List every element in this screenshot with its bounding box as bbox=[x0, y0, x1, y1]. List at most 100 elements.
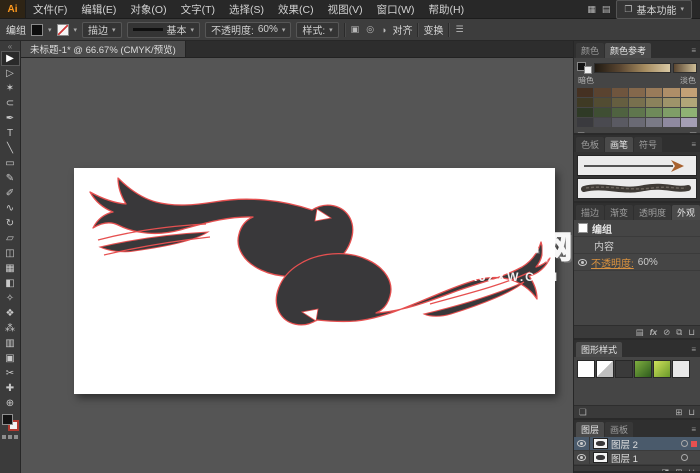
color-swatch[interactable] bbox=[663, 118, 680, 127]
menu-item[interactable]: 文字(T) bbox=[174, 0, 222, 18]
color-swatch[interactable] bbox=[594, 88, 611, 97]
duplicate-item-icon[interactable]: ⧉ bbox=[676, 327, 682, 338]
charcoal-brush-item[interactable] bbox=[577, 178, 697, 199]
gradient-tool[interactable]: ◧ bbox=[1, 276, 20, 291]
scale-tool[interactable]: ▱ bbox=[1, 231, 20, 246]
panel-options-icon[interactable]: ☰ bbox=[454, 24, 464, 35]
tab-appearance[interactable]: 外观 bbox=[672, 205, 700, 220]
chevron-down-icon[interactable]: ▾ bbox=[74, 26, 78, 34]
artboard-tool[interactable]: ▣ bbox=[1, 351, 20, 366]
color-swatch[interactable] bbox=[628, 118, 646, 127]
tab-stroke[interactable]: 描边 bbox=[576, 205, 605, 220]
screen-mode-icon[interactable]: ▤ bbox=[602, 4, 611, 15]
artboard[interactable] bbox=[74, 168, 555, 394]
new-stroke-icon[interactable]: ▤ bbox=[636, 327, 644, 338]
delete-style-icon[interactable]: ⊔ bbox=[688, 407, 695, 418]
color-swatch[interactable] bbox=[594, 98, 611, 107]
layer-thumbnail[interactable] bbox=[593, 452, 608, 463]
style-select[interactable]: 样式: ▾ bbox=[296, 21, 339, 38]
draw-behind-icon[interactable] bbox=[8, 435, 12, 439]
visibility-toggle[interactable] bbox=[574, 437, 590, 450]
color-swatch[interactable] bbox=[611, 98, 628, 107]
base-color-swatch[interactable] bbox=[577, 61, 592, 74]
graphic-style-thumbnail[interactable] bbox=[634, 360, 652, 378]
canvas[interactable]: 软件自学网 www.rjzxw.com bbox=[21, 58, 573, 473]
appearance-object-row[interactable]: 编组 bbox=[574, 220, 700, 237]
harmony-ramp[interactable] bbox=[594, 62, 671, 73]
panel-menu-icon[interactable]: ≡ bbox=[689, 422, 698, 437]
color-swatch[interactable] bbox=[577, 88, 594, 97]
graphic-style-thumbnail[interactable] bbox=[615, 360, 633, 378]
zoom-tool[interactable]: ⊕ bbox=[1, 396, 20, 411]
blend-tool[interactable]: ❖ bbox=[1, 306, 20, 321]
fish-bottom-tail-stroke[interactable] bbox=[422, 281, 525, 317]
styles-library-icon[interactable]: ❏ bbox=[579, 407, 587, 418]
tab-artboards[interactable]: 画板 bbox=[605, 422, 634, 437]
graphic-style-thumbnail[interactable] bbox=[653, 360, 671, 378]
width-tool[interactable]: ∿ bbox=[1, 201, 20, 216]
color-swatch[interactable] bbox=[577, 108, 594, 117]
direct-selection-tool[interactable]: ▷ bbox=[1, 66, 20, 81]
layer-name[interactable]: 图层 1 bbox=[611, 451, 681, 465]
color-swatch[interactable] bbox=[680, 108, 697, 117]
isolate-group-icon[interactable]: ▣ bbox=[350, 24, 361, 35]
color-swatch[interactable] bbox=[628, 108, 646, 117]
edit-contents-icon[interactable]: ◎ bbox=[365, 24, 375, 35]
arrange-documents-icon[interactable]: ▦ bbox=[587, 4, 596, 15]
color-swatch[interactable] bbox=[663, 88, 680, 97]
tab-layers[interactable]: 图层 bbox=[576, 422, 605, 437]
layer-row[interactable]: 图层 2 bbox=[574, 437, 700, 451]
harmony-ramp-small[interactable] bbox=[673, 62, 697, 73]
toolbar-collapse-icon[interactable]: « bbox=[8, 42, 12, 51]
make-clipping-mask-icon[interactable]: ◨ bbox=[661, 467, 669, 472]
fill-indicator[interactable] bbox=[1, 414, 13, 425]
draw-normal-icon[interactable] bbox=[2, 435, 6, 439]
app-logo[interactable]: Ai bbox=[0, 0, 26, 18]
tab-color[interactable]: 颜色 bbox=[576, 43, 605, 58]
color-swatch[interactable] bbox=[646, 108, 663, 117]
color-swatch[interactable] bbox=[611, 108, 628, 117]
arrow-brush-item[interactable] bbox=[577, 155, 697, 176]
tab-gradient[interactable]: 渐变 bbox=[605, 205, 634, 220]
artwork-fishes[interactable] bbox=[74, 168, 555, 394]
color-swatch[interactable] bbox=[577, 98, 594, 107]
tab-symbols[interactable]: 符号 bbox=[634, 137, 663, 152]
tab-color-guide[interactable]: 颜色参考 bbox=[605, 43, 652, 58]
mesh-tool[interactable]: ▦ bbox=[1, 261, 20, 276]
hand-tool[interactable]: ✚ bbox=[1, 381, 20, 396]
layer-row[interactable]: 图层 1 bbox=[574, 451, 700, 465]
shape-builder-tool[interactable]: ◫ bbox=[1, 246, 20, 261]
panel-menu-icon[interactable]: ≡ bbox=[689, 342, 698, 357]
selection-tool[interactable]: ▶ bbox=[0, 51, 20, 66]
new-effect-icon[interactable]: fx bbox=[650, 327, 658, 337]
panel-menu-icon[interactable]: ≡ bbox=[689, 43, 698, 58]
document-tab[interactable]: 未标题-1* @ 66.67% (CMYK/预览) bbox=[21, 41, 186, 57]
tab-swatches[interactable]: 色板 bbox=[576, 137, 605, 152]
new-layer-icon[interactable]: ⊞ bbox=[675, 467, 682, 472]
layer-thumbnail[interactable] bbox=[593, 438, 608, 449]
tab-brushes[interactable]: 画笔 bbox=[605, 137, 634, 152]
menu-item[interactable]: 窗口(W) bbox=[370, 0, 422, 18]
graphic-style-thumbnail[interactable] bbox=[577, 360, 595, 378]
tab-transparency[interactable]: 透明度 bbox=[634, 205, 672, 220]
menu-item[interactable]: 效果(C) bbox=[271, 0, 321, 18]
menu-item[interactable]: 文件(F) bbox=[26, 0, 74, 18]
fill-stroke-indicator[interactable] bbox=[1, 414, 19, 431]
graphic-style-thumbnail[interactable] bbox=[596, 360, 614, 378]
color-swatch[interactable] bbox=[594, 118, 611, 127]
delete-layer-icon[interactable]: ⊔ bbox=[688, 467, 695, 472]
graphic-style-thumbnail[interactable] bbox=[672, 360, 690, 378]
fill-color-swatch[interactable] bbox=[31, 23, 43, 36]
eyedropper-tool[interactable]: ✧ bbox=[1, 291, 20, 306]
stroke-color-swatch[interactable] bbox=[56, 23, 69, 36]
column-graph-tool[interactable]: ▥ bbox=[1, 336, 20, 351]
tab-graphic-styles[interactable]: 图形样式 bbox=[576, 342, 623, 357]
brush-definition-select[interactable]: 基本 ▾ bbox=[126, 21, 201, 38]
color-swatch[interactable] bbox=[628, 88, 646, 97]
paintbrush-tool[interactable]: ✎ bbox=[1, 171, 20, 186]
workspace-switcher[interactable]: ❐ 基本功能 ▾ bbox=[616, 0, 692, 19]
opacity-field[interactable]: 不透明度: 60% ▾ bbox=[205, 21, 292, 38]
new-style-icon[interactable]: ⊞ bbox=[675, 407, 682, 418]
opacity-link[interactable]: 不透明度: bbox=[591, 255, 634, 270]
clear-appearance-icon[interactable]: ⊘ bbox=[663, 327, 670, 338]
